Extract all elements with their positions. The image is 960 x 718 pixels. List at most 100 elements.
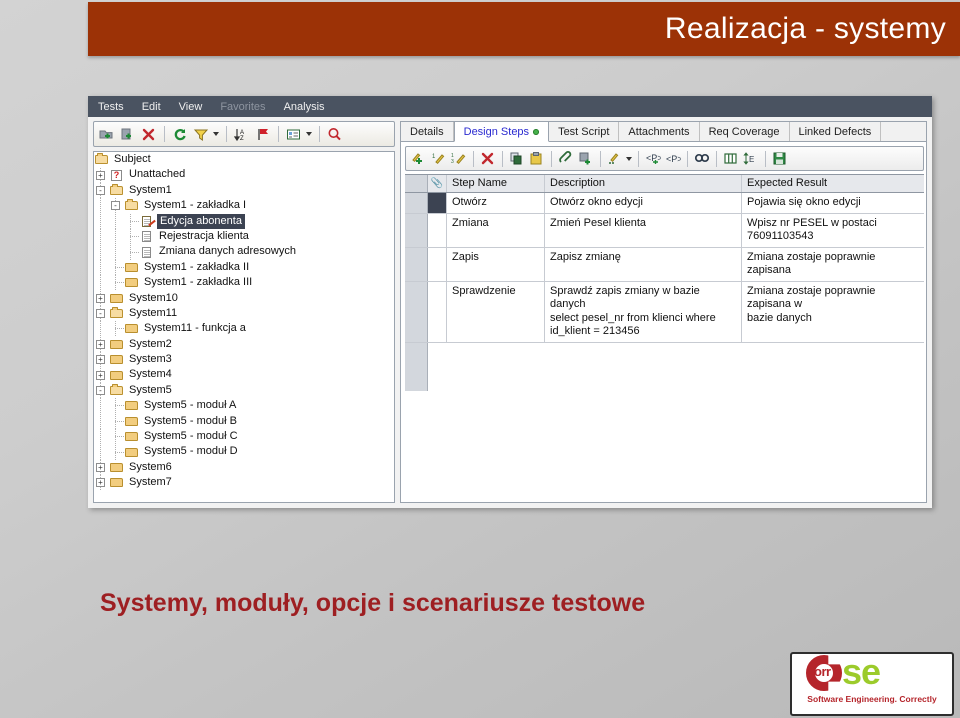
tree-expander-box[interactable]: + <box>96 370 105 380</box>
tree-node[interactable]: Edycja abonenta <box>94 213 394 229</box>
tree-expander-box[interactable]: - <box>111 201 120 211</box>
new-folder-icon[interactable] <box>99 127 115 142</box>
tree-node[interactable]: Subject <box>94 152 394 167</box>
tab-req-coverage[interactable]: Req Coverage <box>700 122 790 141</box>
tree-expander-box[interactable]: + <box>96 463 105 472</box>
paste-icon[interactable] <box>529 151 545 166</box>
tree-node[interactable]: - System5 <box>94 383 394 399</box>
grid-cell-expected[interactable]: Zmiana zostaje poprawnie zapisana w bazie… <box>742 282 924 342</box>
grid-cell-description[interactable]: Otwórz okno edycji <box>545 193 742 213</box>
test-plan-tree[interactable]: Subject +? Unattached - System1- System1 - za… <box>93 151 395 503</box>
tab-details[interactable]: Details <box>401 122 454 141</box>
tree-expander-box[interactable]: - <box>96 309 105 319</box>
row-selector[interactable] <box>405 193 428 213</box>
sort-az-icon[interactable]: AZ <box>233 127 250 142</box>
grid-body[interactable]: Otwórz Otwórz okno edycji Pojawia się okno… <box>405 193 924 391</box>
parameter-icon[interactable]: <P> <box>665 151 683 166</box>
grid-cell-step-name[interactable]: Zmiana <box>447 213 545 247</box>
delete-step-icon[interactable] <box>480 151 496 166</box>
row-height-icon[interactable]: E <box>743 151 759 166</box>
tree-node[interactable]: - System1 <box>94 182 394 198</box>
row-selector[interactable] <box>405 213 428 247</box>
tree-node[interactable]: + System10 <box>94 290 394 306</box>
grid-column-header[interactable]: Expected Result <box>742 175 924 192</box>
tab-linked-defects[interactable]: Linked Defects <box>790 122 882 141</box>
insert-parameter-icon[interactable]: <P> <box>645 151 663 166</box>
design-steps-grid[interactable]: 📎 Step Name Description Expected Result Otw… <box>405 174 924 391</box>
menu-item-analysis[interactable]: Analysis <box>284 101 325 113</box>
add-attachment-icon[interactable] <box>578 151 594 166</box>
tree-node[interactable]: System5 - moduł A <box>94 398 394 414</box>
details-dropdown-caret[interactable] <box>306 132 312 136</box>
grid-cell-expected[interactable]: Pojawia się okno edycji <box>742 193 924 213</box>
tree-node[interactable]: + System4 <box>94 367 394 383</box>
grid-cell-expected[interactable]: Wpisz nr PESEL w postaci 76091103543 <box>742 214 924 247</box>
tree-node[interactable]: System1 - zakładka III <box>94 275 394 291</box>
tree-node[interactable]: - System1 - zakładka I <box>94 198 394 214</box>
grid-row[interactable]: Sprawdzenie Sprawdź zapis zmiany w bazie … <box>405 281 924 343</box>
tree-node[interactable]: +? Unattached <box>94 167 394 183</box>
new-test-icon[interactable] <box>120 127 136 142</box>
delete-icon[interactable] <box>141 127 157 142</box>
tree-node[interactable]: System1 - zakładka II <box>94 259 394 275</box>
tree-expander-box[interactable]: + <box>96 293 105 303</box>
refresh-icon[interactable] <box>172 127 188 142</box>
add-parameter-icon[interactable] <box>607 151 623 166</box>
tab-test-script[interactable]: Test Script <box>549 122 620 141</box>
tab-attachments[interactable]: Attachments <box>619 122 700 141</box>
flag-icon[interactable] <box>255 127 271 142</box>
grid-row[interactable]: Zmiana Zmień Pesel klienta Wpisz nr PESEL … <box>405 213 924 248</box>
menu-item-view[interactable]: View <box>179 101 203 113</box>
tree-node[interactable]: System5 - moduł D <box>94 444 394 460</box>
grid-cell-description[interactable]: Zmień Pesel klienta <box>545 213 742 247</box>
menu-item-edit[interactable]: Edit <box>142 101 161 113</box>
add-step-after-icon[interactable]: 1 <box>431 151 447 166</box>
grid-column-header[interactable]: Step Name <box>447 175 545 192</box>
details-icon[interactable] <box>286 127 302 142</box>
grid-row[interactable]: Zapis Zapisz zmianę Zmiana zostaje poprawn… <box>405 247 924 282</box>
tree-node[interactable]: + System3 <box>94 352 394 368</box>
add-step-icon[interactable] <box>411 151 427 166</box>
row-attachment-cell[interactable] <box>428 213 447 247</box>
grid-column-header[interactable]: Description <box>545 175 742 192</box>
tree-expander-box[interactable]: - <box>96 386 105 396</box>
find-icon[interactable] <box>327 127 343 142</box>
grid-cell-expected[interactable]: Zmiana zostaje poprawnie zapisana <box>742 248 924 281</box>
tree-node[interactable]: + System2 <box>94 336 394 352</box>
grid-cell-step-name[interactable]: Sprawdzenie <box>447 281 545 342</box>
tree-node[interactable]: + System7 <box>94 475 394 491</box>
menu-item-tests[interactable]: Tests <box>98 101 124 113</box>
tree-node[interactable]: System11 - funkcja a <box>94 321 394 337</box>
grid-cell-step-name[interactable]: Zapis <box>447 247 545 281</box>
row-attachment-cell[interactable] <box>428 247 447 281</box>
save-icon[interactable] <box>772 151 788 166</box>
find-icon[interactable] <box>694 151 710 166</box>
row-selector[interactable] <box>405 247 428 281</box>
tree-expander-box[interactable]: + <box>96 355 105 365</box>
row-attachment-cell[interactable] <box>428 193 447 213</box>
tab-design-steps[interactable]: Design Steps <box>453 122 550 142</box>
tree-node[interactable]: - System11 <box>94 306 394 322</box>
grid-row[interactable]: Otwórz Otwórz okno edycji Pojawia się okno… <box>405 193 924 214</box>
tree-node[interactable]: System5 - moduł C <box>94 429 394 445</box>
tree-node[interactable]: Rejestracja klienta <box>94 229 394 245</box>
tree-expander-box[interactable]: + <box>96 339 105 349</box>
grid-cell-description[interactable]: Sprawdź zapis zmiany w bazie danych selec… <box>545 281 742 342</box>
tree-node[interactable]: System5 - moduł B <box>94 413 394 429</box>
tree-expander-box[interactable]: + <box>96 170 105 180</box>
renumber-steps-icon[interactable]: 13 <box>451 151 467 166</box>
columns-icon[interactable] <box>723 151 739 166</box>
parameter-dropdown-caret[interactable] <box>626 156 632 161</box>
filter-dropdown-caret[interactable] <box>213 132 219 136</box>
detail-tabs[interactable]: Details Design Steps Test Script Attachment… <box>401 122 926 142</box>
tree-expander-box[interactable]: + <box>96 478 105 488</box>
row-attachment-cell[interactable] <box>428 281 447 342</box>
grid-cell-description[interactable]: Zapisz zmianę <box>545 247 742 281</box>
attachment-icon[interactable] <box>558 151 574 166</box>
row-selector[interactable] <box>405 281 428 342</box>
copy-icon[interactable] <box>509 151 525 166</box>
tree-node[interactable]: + System6 <box>94 460 394 475</box>
grid-cell-step-name[interactable]: Otwórz <box>447 193 545 213</box>
tree-expander-box[interactable]: - <box>96 185 105 195</box>
tree-node[interactable]: Zmiana danych adresowych <box>94 244 394 260</box>
